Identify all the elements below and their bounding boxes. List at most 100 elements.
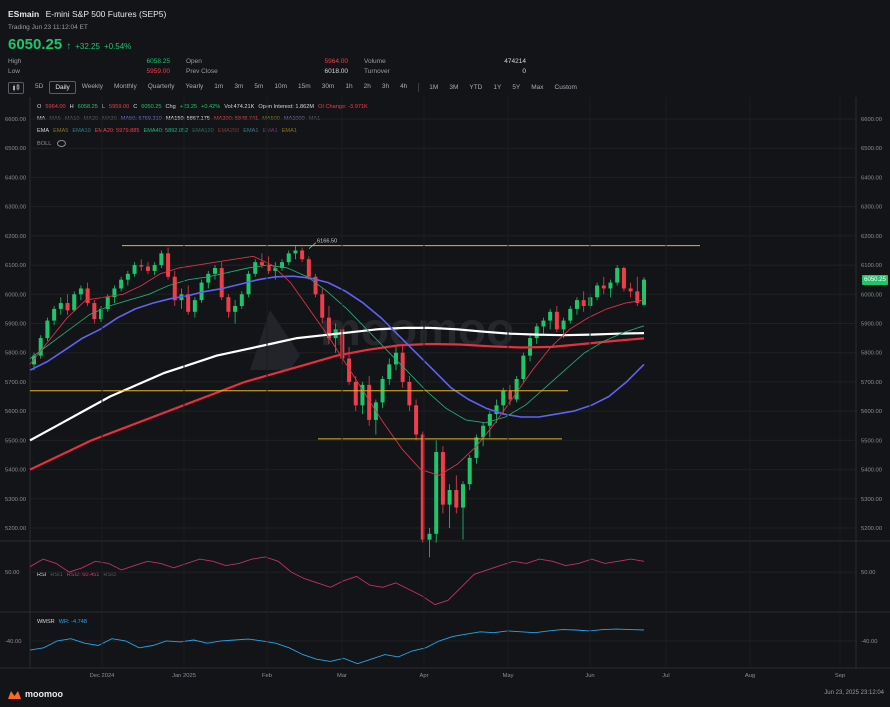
candle-body bbox=[166, 253, 171, 277]
candle-body bbox=[521, 355, 526, 380]
price-tick-label-right: 6300.00 bbox=[861, 205, 882, 211]
price-tick-label-left: 6200.00 bbox=[5, 234, 26, 240]
candle-body bbox=[574, 300, 579, 309]
range-tab-10m[interactable]: 10m bbox=[269, 81, 292, 94]
range-tab-daily[interactable]: Daily bbox=[49, 81, 76, 94]
candlestick-icon[interactable] bbox=[8, 81, 24, 94]
high-label: High bbox=[8, 58, 22, 65]
candle-body bbox=[507, 390, 512, 400]
candle-body bbox=[139, 265, 144, 267]
price-tick-label-left: 6500.00 bbox=[5, 146, 26, 152]
price-tick-label-left: 6000.00 bbox=[5, 292, 26, 298]
month-label: Mar bbox=[337, 673, 347, 679]
range-tab-weekly[interactable]: Weekly bbox=[77, 81, 108, 94]
range-tab-3h[interactable]: 3h bbox=[377, 81, 394, 94]
volume-label: Volume bbox=[364, 58, 386, 65]
wmsr-tick-label-right: -40.00 bbox=[861, 639, 877, 645]
range-tab-1m[interactable]: 1m bbox=[209, 81, 228, 94]
range-tab-1h[interactable]: 1h bbox=[340, 81, 357, 94]
last-price: 6050.25 bbox=[8, 36, 63, 53]
candle-body bbox=[58, 303, 63, 309]
range-tab-monthly[interactable]: Monthly bbox=[109, 81, 142, 94]
timestamp: Jun 23, 2025 23:12:04 bbox=[824, 690, 884, 696]
instrument-name: E-mini S&P 500 Futures (SEP5) bbox=[45, 9, 167, 19]
candle-body bbox=[568, 308, 573, 321]
price-tick-label-right: 5700.00 bbox=[861, 380, 882, 386]
candle-body bbox=[45, 320, 50, 339]
price-tick-label-right: 6600.00 bbox=[861, 117, 882, 123]
period-tab-custom[interactable]: Custom bbox=[550, 82, 582, 93]
candle-body bbox=[461, 484, 466, 508]
range-tabs: 5D Daily Weekly Monthly Quarterly Yearly 1m 3m 5… bbox=[30, 81, 413, 94]
candle-body bbox=[212, 267, 217, 274]
period-tab-max[interactable]: Max bbox=[526, 82, 548, 93]
turnover-value: 0 bbox=[522, 68, 526, 75]
candle-body bbox=[192, 300, 197, 312]
candle-body bbox=[293, 250, 298, 254]
candle-body bbox=[152, 265, 157, 271]
price-tick-label-right: 6200.00 bbox=[861, 234, 882, 240]
price-tick-label-right: 5400.00 bbox=[861, 468, 882, 474]
rsi-line bbox=[29, 556, 645, 606]
month-label: Jan 2025 bbox=[172, 673, 196, 679]
prev-close-label: Prev Close bbox=[186, 68, 218, 75]
candle-body bbox=[427, 533, 432, 540]
price-tick-label-left: 5600.00 bbox=[5, 409, 26, 415]
candle-body bbox=[85, 288, 90, 304]
month-label: Jul bbox=[662, 673, 669, 679]
month-label: Sep bbox=[835, 673, 845, 679]
range-tab-30m[interactable]: 30m bbox=[317, 81, 340, 94]
period-tab-1m[interactable]: 1M bbox=[424, 82, 443, 93]
price-change: +32.25 bbox=[75, 42, 100, 51]
candle-body bbox=[628, 288, 633, 292]
candle-body bbox=[219, 267, 224, 298]
range-tab-2h[interactable]: 2h bbox=[359, 81, 376, 94]
range-tab-4h[interactable]: 4h bbox=[395, 81, 412, 94]
candle-body bbox=[65, 303, 70, 311]
range-tab-quarterly[interactable]: Quarterly bbox=[143, 81, 180, 94]
period-tab-1y[interactable]: 1Y bbox=[488, 82, 506, 93]
price-tick-label-right: 5600.00 bbox=[861, 409, 882, 415]
candle-body bbox=[467, 457, 472, 485]
candle-body bbox=[353, 381, 358, 406]
range-tab-15m[interactable]: 15m bbox=[293, 81, 316, 94]
price-tick-label-left: 5300.00 bbox=[5, 497, 26, 503]
candle-body bbox=[300, 250, 305, 260]
candle-body bbox=[534, 326, 539, 339]
price-chart[interactable]: 6600.00 6600.00 6500.00 6500.00 6400.00 6400.… bbox=[0, 97, 890, 687]
price-tick-label-right: 5500.00 bbox=[861, 438, 882, 444]
range-tab-yearly[interactable]: Yearly bbox=[180, 81, 208, 94]
candle-body bbox=[615, 267, 620, 283]
candle-body bbox=[306, 259, 311, 277]
candle-body bbox=[387, 364, 392, 380]
peak-price-label: 6166.50 bbox=[317, 239, 337, 245]
candle-body bbox=[595, 285, 600, 298]
price-tick-label-left: 5200.00 bbox=[5, 526, 26, 532]
candle-body bbox=[440, 452, 445, 505]
price-tick-label-left: 6100.00 bbox=[5, 263, 26, 269]
candle-body bbox=[407, 381, 412, 406]
low-value: 5959.00 bbox=[146, 68, 171, 75]
ma200-line bbox=[29, 337, 645, 471]
candle-body bbox=[414, 405, 419, 435]
period-tab-5y[interactable]: 5Y bbox=[507, 82, 525, 93]
candle-body bbox=[159, 253, 164, 266]
candle-body bbox=[642, 279, 646, 305]
period-tabs: 1M 3M YTD 1Y 5Y Max Custom bbox=[424, 82, 583, 93]
period-tab-ytd[interactable]: YTD bbox=[464, 82, 487, 93]
price-tick-label-right: 6400.00 bbox=[861, 175, 882, 181]
candle-body bbox=[172, 276, 177, 301]
candle-body bbox=[561, 320, 566, 330]
range-tab-3m[interactable]: 3m bbox=[229, 81, 248, 94]
price-tick-label-left: 5400.00 bbox=[5, 468, 26, 474]
turnover-label: Turnover bbox=[364, 68, 390, 75]
candle-body bbox=[434, 452, 439, 534]
price-tick-label-left: 5900.00 bbox=[5, 322, 26, 328]
open-label: Open bbox=[186, 58, 202, 65]
range-tab-5d[interactable]: 5D bbox=[30, 81, 48, 94]
candle-body bbox=[186, 294, 191, 312]
price-tick-label-right: 5200.00 bbox=[861, 526, 882, 532]
period-tab-3m[interactable]: 3M bbox=[444, 82, 463, 93]
range-tab-5m[interactable]: 5m bbox=[249, 81, 268, 94]
logo-text: moomoo bbox=[25, 689, 63, 699]
